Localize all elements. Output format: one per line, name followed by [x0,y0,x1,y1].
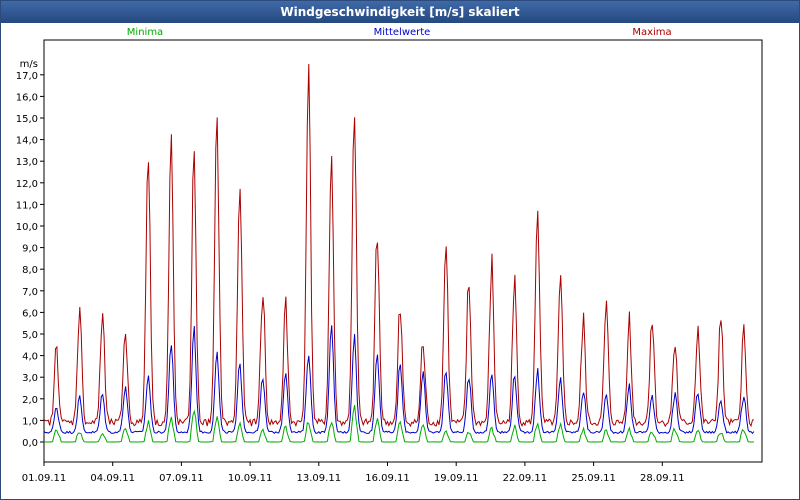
y-tick-label: 8,0 [22,265,38,276]
y-tick-label: 14,0 [16,136,38,147]
y-axis: 0,0 1,0 2,0 3,0 4,0 5,0 6,0 7,0 8,0 9,0 10,0 11,0 12… [16,59,44,449]
y-tick-label: 6,0 [22,308,38,319]
x-tick-label: 22.09.11 [503,473,548,484]
x-tick-label: 13.09.11 [297,473,342,484]
y-tick-label: 3,0 [22,373,38,384]
window-title: Windgeschwindigkeit [m/s] skaliert [1,1,799,23]
y-tick-label: 15,0 [16,114,38,125]
x-tick-label: 07.09.11 [159,473,204,484]
legend-mittelwerte: Mittelwerte [374,27,431,38]
y-tick-label: 4,0 [22,352,38,363]
y-axis-unit-label: m/s [20,59,38,70]
x-axis: 01.09.11 04.09.11 07.09.11 10.09.11 13.09.11… [22,462,685,484]
y-tick-label: 0,0 [22,438,38,449]
wind-speed-chart: 0,0 1,0 2,0 3,0 4,0 5,0 6,0 7,0 8,0 9,0 10,0 11,0 12… [16,27,763,484]
x-tick-label: 28.09.11 [640,473,685,484]
y-tick-label: 11,0 [16,200,38,211]
legend-maxima: Maxima [632,27,671,38]
y-tick-label: 2,0 [22,395,38,406]
x-tick-label: 01.09.11 [22,473,67,484]
y-tick-label: 10,0 [16,222,38,233]
y-tick-label: 16,0 [16,92,38,103]
y-tick-label: 7,0 [22,287,38,298]
x-tick-label: 04.09.11 [90,473,135,484]
y-tick-label: 9,0 [22,244,38,255]
x-tick-label: 19.09.11 [434,473,479,484]
y-tick-label: 17,0 [16,71,38,82]
y-tick-label: 13,0 [16,157,38,168]
y-tick-label: 1,0 [22,416,38,427]
y-tick-label: 12,0 [16,179,38,190]
legend-minima: Minima [127,27,163,38]
x-tick-label: 10.09.11 [228,473,273,484]
y-tick-label: 5,0 [22,330,38,341]
x-tick-label: 16.09.11 [365,473,410,484]
x-tick-label: 25.09.11 [571,473,616,484]
legend: Minima Mittelwerte Maxima [127,27,672,38]
